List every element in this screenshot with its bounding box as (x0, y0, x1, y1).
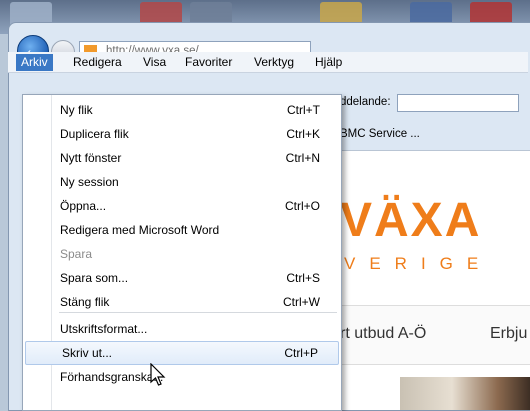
file-menu-item-label: Förhandsgranska... (60, 370, 164, 384)
nav-link-utbud[interactable]: rt utbud A-Ö (340, 325, 426, 343)
file-menu-item-label: Utskriftsformat... (60, 322, 148, 336)
file-menu-item-label: Skriv ut... (62, 346, 113, 360)
file-menu-item-label: Redigera med Microsoft Word (60, 223, 220, 237)
file-menu-item-shortcut: Ctrl+T (287, 103, 320, 117)
file-menu-item-label: Spara (60, 247, 93, 261)
menu-redigera[interactable]: Redigera (68, 54, 127, 71)
toolbar-row: ddelande: (340, 93, 530, 115)
file-menu-item[interactable]: Utskriftsformat... (24, 317, 340, 341)
file-menu-item[interactable]: Ny flik Ctrl+T (24, 98, 340, 122)
file-menu-item-label: Ny session (60, 175, 119, 189)
file-menu-item[interactable]: Förhandsgranska... (24, 365, 340, 389)
file-menu-item[interactable]: Stäng flik Ctrl+W (24, 290, 340, 314)
file-menu-item-shortcut: Ctrl+P (284, 346, 318, 360)
menu-separator (59, 312, 337, 313)
file-menu-item[interactable]: Spara som... Ctrl+S (24, 266, 340, 290)
file-menu-dropdown: Ny flik Ctrl+T Duplicera flik Ctrl+K Nytt fö… (22, 94, 342, 411)
menu-visa[interactable]: Visa (138, 54, 171, 71)
menu-bar: Arkiv Redigera Visa Favoriter Verktyg Hj… (8, 52, 528, 73)
file-menu-item[interactable]: Duplicera flik Ctrl+K (24, 122, 340, 146)
file-menu-item-label: Nytt fönster (60, 151, 122, 165)
menu-arkiv[interactable]: Arkiv (16, 54, 53, 71)
page-photo (400, 377, 530, 410)
file-menu-item[interactable]: Ny session (24, 170, 340, 194)
menu-hjalp[interactable]: Hjälp (310, 54, 347, 71)
nav-link-erbjudanden[interactable]: Erbju (490, 325, 527, 343)
site-logo-subtitle: VERIGE (344, 254, 493, 273)
file-menu-item[interactable]: Öppna... Ctrl+O (24, 194, 340, 218)
file-menu-item-shortcut: Ctrl+N (285, 151, 320, 165)
site-navigation: rt utbud A-Ö Erbju (340, 305, 530, 365)
file-menu-item[interactable]: Nytt fönster Ctrl+N (24, 146, 340, 170)
favorites-bar-item[interactable]: BMC Service ... (340, 128, 420, 140)
file-menu-item[interactable]: Redigera med Microsoft Word (24, 218, 340, 242)
mouse-cursor-icon (150, 363, 166, 386)
menu-verktyg[interactable]: Verktyg (249, 54, 299, 71)
site-logo: VÄXA (340, 194, 482, 247)
file-menu-item-shortcut: Ctrl+S (286, 271, 320, 285)
file-menu-item-shortcut: Ctrl+K (286, 127, 320, 141)
file-menu-item: Spara (24, 242, 340, 266)
toolbar-label: ddelande: (340, 96, 391, 108)
file-menu-item-label: Duplicera flik (60, 127, 129, 141)
web-page-content: VÄXA VERIGE rt utbud A-Ö Erbju (340, 150, 530, 410)
file-menu-item-label: Ny flik (60, 103, 93, 117)
file-menu-item-label: Stäng flik (60, 295, 110, 309)
file-menu-item-label: Öppna... (60, 199, 107, 213)
toolbar-input[interactable] (397, 94, 519, 112)
file-menu-item[interactable]: Skriv ut... Ctrl+P (25, 341, 339, 365)
menu-favoriter[interactable]: Favoriter (180, 54, 237, 71)
file-menu-item-shortcut: Ctrl+W (283, 295, 320, 309)
file-menu-item-label: Spara som... (60, 271, 129, 285)
file-menu-item-shortcut: Ctrl+O (284, 199, 320, 213)
